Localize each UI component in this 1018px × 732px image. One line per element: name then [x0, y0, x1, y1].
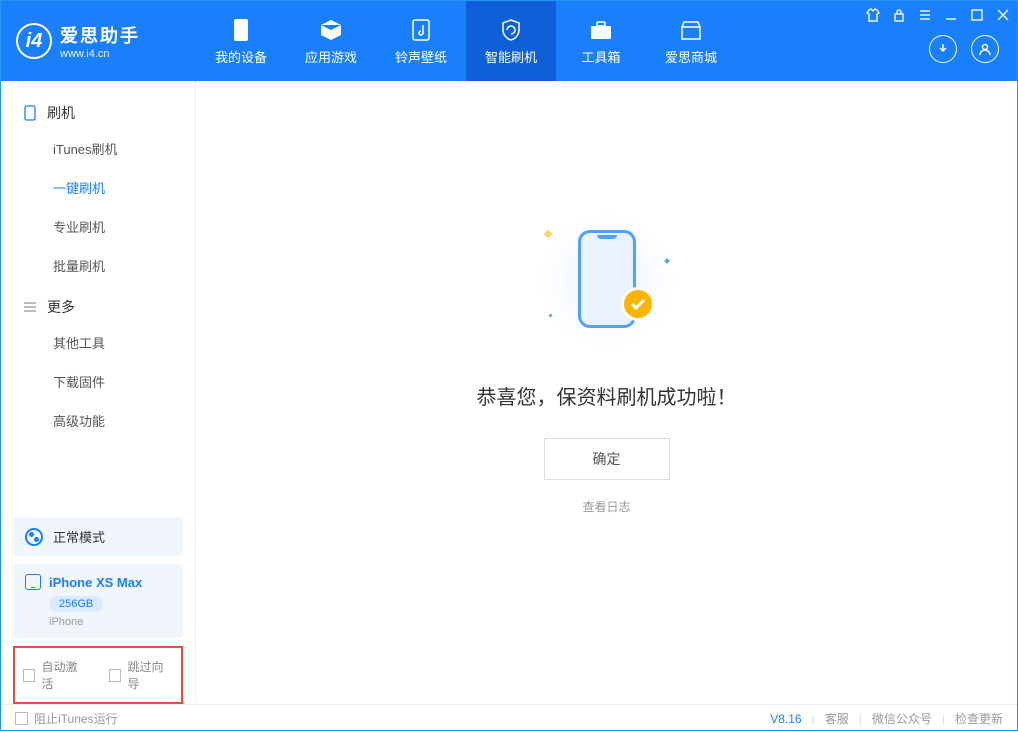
- shield-refresh-icon: [498, 17, 524, 43]
- maximize-icon[interactable]: [969, 7, 985, 23]
- tab-label: 工具箱: [581, 47, 620, 66]
- sidebar-item-pro-flash[interactable]: 专业刷机: [1, 207, 195, 246]
- view-log-link[interactable]: 查看日志: [582, 498, 630, 515]
- checkbox-skip-guide[interactable]: 跳过向导: [109, 658, 173, 692]
- success-message: 恭喜您，保资料刷机成功啦！: [477, 381, 737, 410]
- version-label: V8.16: [770, 712, 801, 726]
- app-title: 爱思助手: [60, 22, 140, 48]
- mode-label: 正常模式: [53, 527, 105, 546]
- app-header: i4 爱思助手 www.i4.cn 我的设备 应用游戏 铃声壁纸 智能刷机 工具…: [1, 1, 1017, 81]
- music-note-icon: [408, 17, 434, 43]
- device-type: iPhone: [49, 616, 171, 628]
- main-content: 恭喜您，保资料刷机成功啦！ 确定 查看日志: [196, 81, 1017, 704]
- checkbox-auto-activate[interactable]: 自动激活: [23, 658, 87, 692]
- mode-icon: [25, 528, 43, 546]
- footer: 阻止iTunes运行 V8.16 | 客服 | 微信公众号 | 检查更新: [1, 704, 1017, 732]
- tab-label: 智能刷机: [485, 47, 537, 66]
- close-icon[interactable]: [995, 7, 1011, 23]
- device-storage-badge: 256GB: [49, 596, 103, 612]
- tab-label: 铃声壁纸: [395, 47, 447, 66]
- lock-icon[interactable]: [891, 7, 907, 23]
- device-name: iPhone XS Max: [49, 575, 142, 590]
- check-update-link[interactable]: 检查更新: [955, 710, 1003, 727]
- header-action-icons: [929, 35, 999, 63]
- tab-label: 爱思商城: [665, 47, 717, 66]
- app-logo[interactable]: i4 爱思助手 www.i4.cn: [1, 22, 196, 60]
- sidebar-item-oneclick-flash[interactable]: 一键刷机: [1, 168, 195, 207]
- support-link[interactable]: 客服: [825, 710, 849, 727]
- toolbox-icon: [588, 17, 614, 43]
- checkbox-icon: [109, 669, 121, 682]
- menu-icon[interactable]: [917, 7, 933, 23]
- sidebar-group-more: 更多: [1, 285, 195, 323]
- device-icon: [25, 574, 41, 590]
- list-icon: [23, 300, 37, 314]
- tab-label: 应用游戏: [305, 47, 357, 66]
- tab-toolbox[interactable]: 工具箱: [556, 1, 646, 81]
- group-title: 更多: [47, 297, 75, 317]
- device-info[interactable]: iPhone XS Max 256GB iPhone: [13, 564, 183, 638]
- sidebar-item-download-firmware[interactable]: 下载固件: [1, 362, 195, 401]
- minimize-icon[interactable]: [943, 7, 959, 23]
- checkbox-stop-itunes[interactable]: 阻止iTunes运行: [15, 710, 118, 727]
- tab-store[interactable]: 爱思商城: [646, 1, 736, 81]
- checkbox-icon: [15, 712, 28, 725]
- nav-tabs: 我的设备 应用游戏 铃声壁纸 智能刷机 工具箱 爱思商城: [196, 1, 736, 81]
- sidebar: 刷机 iTunes刷机 一键刷机 专业刷机 批量刷机 更多 其他工具 下载固件 …: [1, 81, 196, 704]
- tab-my-device[interactable]: 我的设备: [196, 1, 286, 81]
- check-icon: [621, 287, 655, 321]
- store-icon: [678, 17, 704, 43]
- shirt-icon[interactable]: [865, 7, 881, 23]
- tab-apps-games[interactable]: 应用游戏: [286, 1, 376, 81]
- sidebar-item-advanced[interactable]: 高级功能: [1, 401, 195, 440]
- confirm-button[interactable]: 确定: [544, 438, 670, 480]
- success-illustration: [537, 211, 677, 351]
- checkbox-label: 跳过向导: [127, 658, 173, 692]
- wechat-link[interactable]: 微信公众号: [872, 710, 932, 727]
- phone-icon: [228, 17, 254, 43]
- phone-outline-icon: [23, 106, 37, 120]
- checkbox-icon: [23, 669, 35, 682]
- checkbox-label: 自动激活: [41, 658, 87, 692]
- download-icon[interactable]: [929, 35, 957, 63]
- tab-smart-flash[interactable]: 智能刷机: [466, 1, 556, 81]
- cube-icon: [318, 17, 344, 43]
- tab-label: 我的设备: [215, 47, 267, 66]
- user-icon[interactable]: [971, 35, 999, 63]
- logo-icon: i4: [16, 23, 52, 59]
- flash-options-highlighted: 自动激活 跳过向导: [13, 646, 183, 704]
- sidebar-item-batch-flash[interactable]: 批量刷机: [1, 246, 195, 285]
- sidebar-item-other-tools[interactable]: 其他工具: [1, 323, 195, 362]
- window-controls: [865, 7, 1011, 23]
- checkbox-label: 阻止iTunes运行: [34, 710, 118, 727]
- group-title: 刷机: [47, 103, 75, 123]
- app-subtitle: www.i4.cn: [60, 48, 140, 60]
- sidebar-item-itunes-flash[interactable]: iTunes刷机: [1, 129, 195, 168]
- sidebar-group-flash: 刷机: [1, 91, 195, 129]
- tab-ringtones-wallpapers[interactable]: 铃声壁纸: [376, 1, 466, 81]
- mode-status[interactable]: 正常模式: [13, 517, 183, 556]
